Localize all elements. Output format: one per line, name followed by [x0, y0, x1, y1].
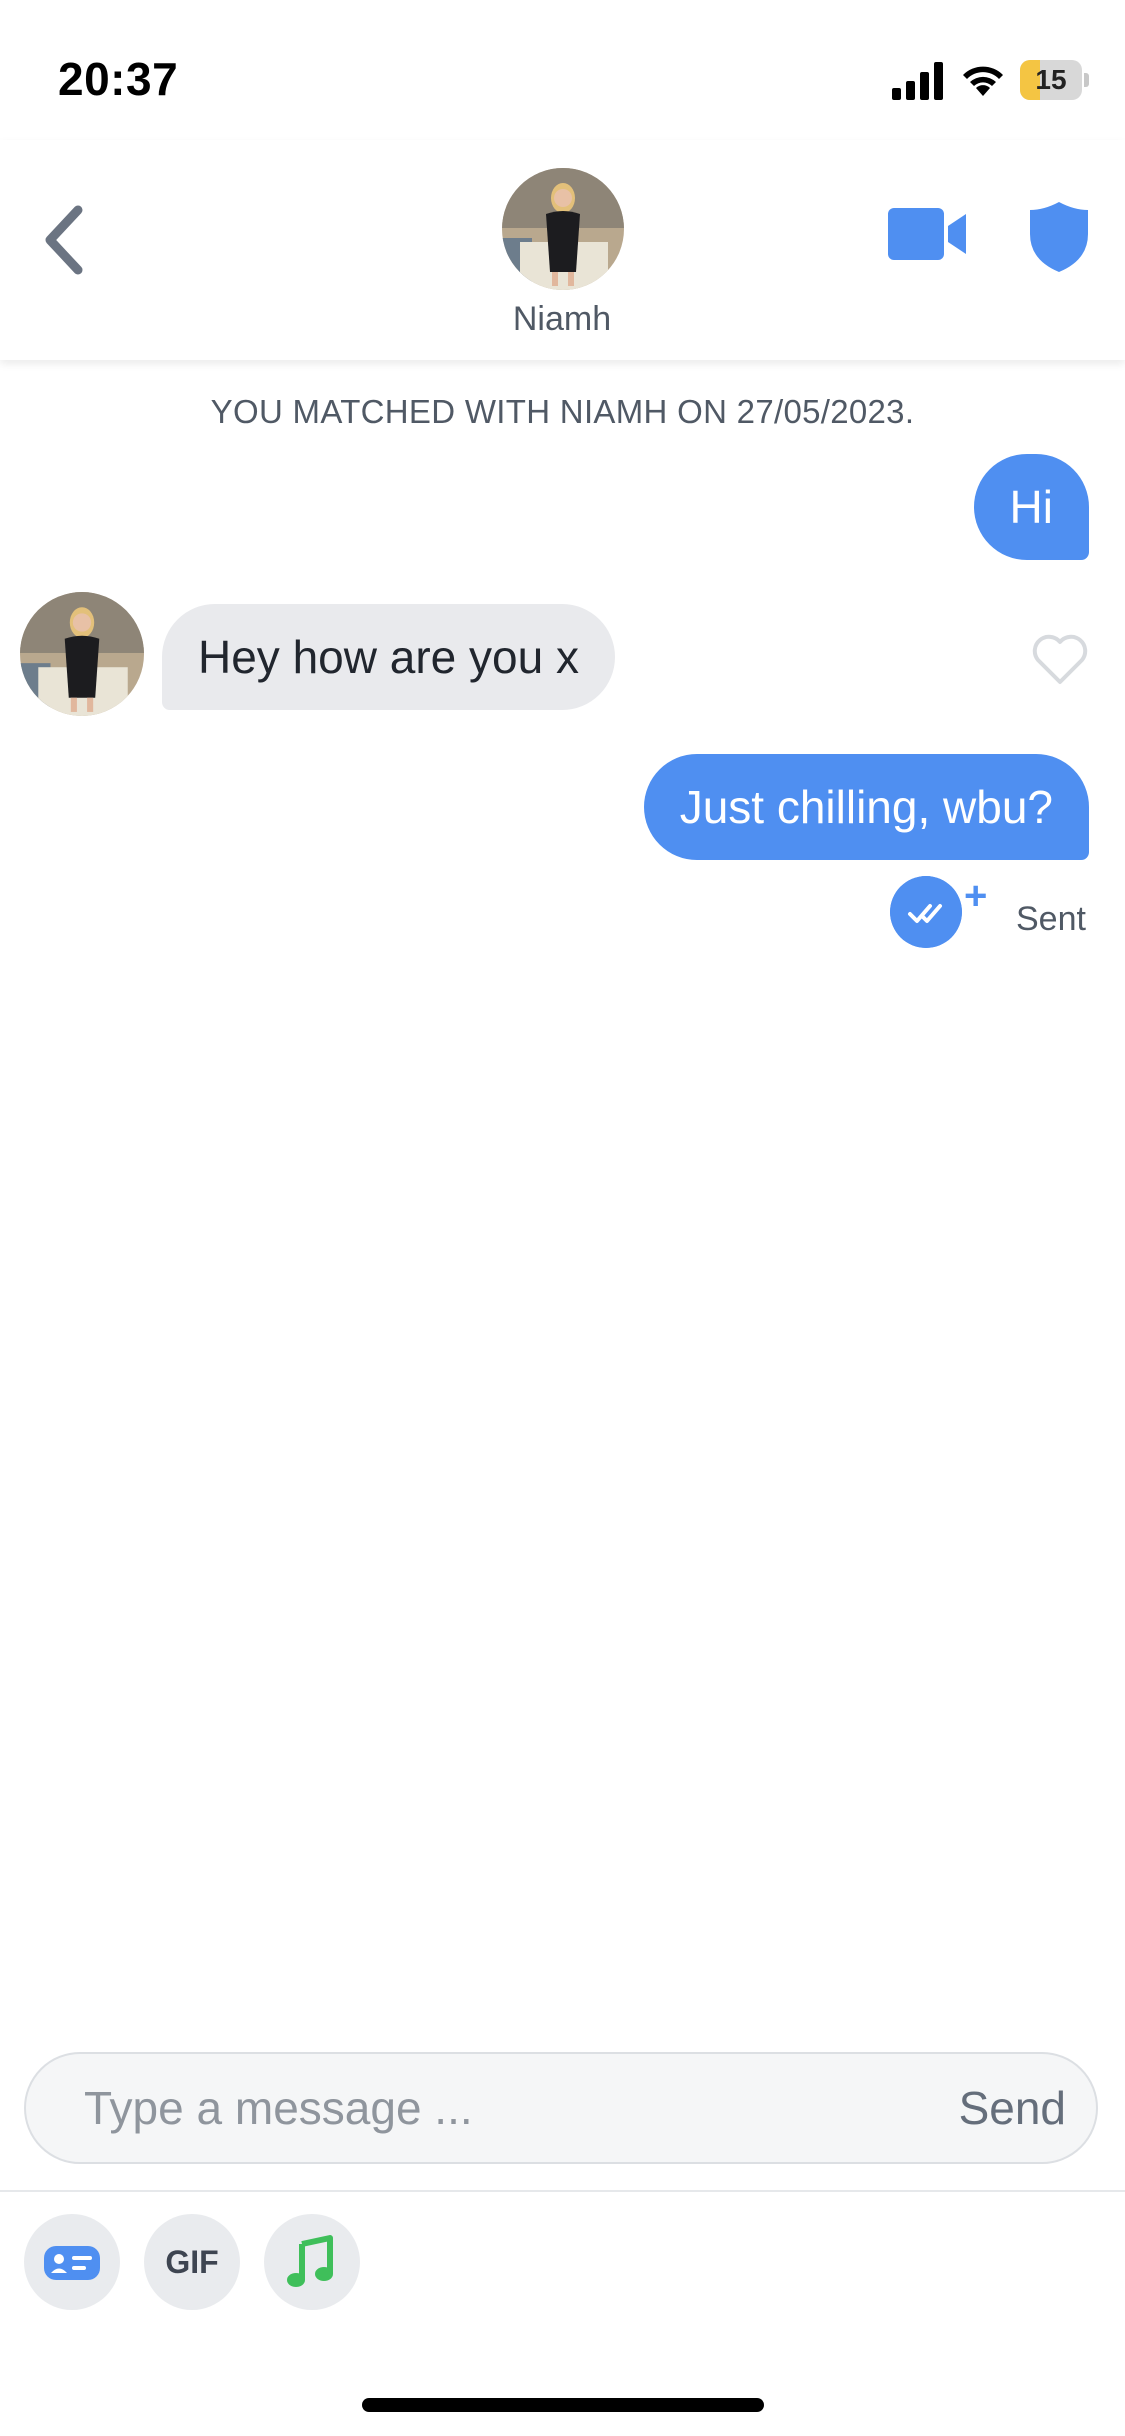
signal-icon — [892, 62, 943, 100]
message-status: Sent — [1016, 900, 1086, 938]
chat-header: Niamh — [0, 140, 1125, 360]
music-button[interactable] — [264, 2214, 360, 2310]
gif-icon: GIF — [165, 2244, 219, 2280]
profile-card-button[interactable] — [24, 2214, 120, 2310]
receipt-plus-icon[interactable]: + — [964, 876, 987, 916]
battery-cap — [1084, 73, 1089, 87]
contact-avatar-small[interactable] — [20, 592, 144, 716]
message-input[interactable] — [84, 2054, 884, 2162]
safety-toolkit-button[interactable] — [1028, 200, 1090, 274]
video-call-button[interactable] — [886, 204, 968, 264]
message-composer: Send — [24, 2052, 1098, 2164]
battery-level: 15 — [1035, 64, 1067, 95]
composer-divider — [0, 2190, 1125, 2192]
id-card-icon — [44, 2246, 100, 2280]
gif-button[interactable]: GIF — [144, 2214, 240, 2310]
contact-name[interactable]: Niamh — [412, 300, 712, 339]
back-button[interactable] — [34, 200, 94, 280]
incoming-message-bubble[interactable]: Hey how are you x — [162, 604, 615, 710]
match-notice: YOU MATCHED WITH NIAMH ON 27/05/2023. — [210, 393, 915, 430]
outgoing-message-bubble[interactable]: Just chilling, wbu? — [643, 754, 1089, 860]
home-indicator[interactable] — [362, 2398, 764, 2412]
send-button[interactable]: Send — [959, 2054, 1066, 2162]
battery-icon: 15 — [1020, 60, 1089, 100]
battery-body: 15 — [1020, 60, 1082, 100]
wifi-icon — [963, 66, 1003, 96]
contact-avatar[interactable] — [502, 168, 624, 290]
music-note-icon — [287, 2235, 333, 2287]
heart-icon[interactable] — [1030, 632, 1090, 686]
video-camera-icon — [888, 208, 966, 260]
shield-icon — [1030, 202, 1088, 272]
chevron-left-icon — [45, 205, 83, 275]
read-receipt-icon[interactable] — [890, 876, 962, 948]
status-time: 20:37 — [58, 53, 179, 105]
avatar-photo — [502, 168, 624, 290]
avatar-photo — [20, 592, 144, 716]
outgoing-message-bubble[interactable]: Hi — [973, 454, 1089, 560]
